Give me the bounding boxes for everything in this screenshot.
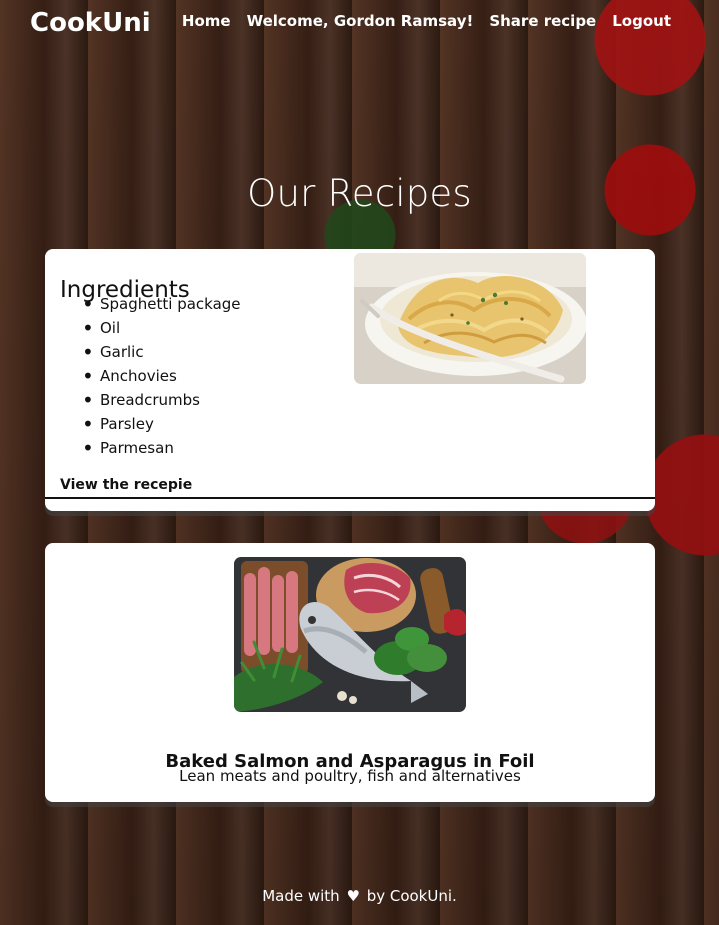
ingredients-list: Spaghetti package Oil Garlic Anchovies B… [82,292,241,460]
page-title: Our Recipes [247,171,472,215]
footer: Made with ♥ by CookUni. [0,887,719,905]
salmon-photo [234,557,466,712]
footer-prefix: Made with [262,887,340,905]
nav-welcome-link[interactable]: Welcome, Gordon Ramsay! [247,12,474,30]
spaghetti-image [354,253,586,384]
footer-suffix: by CookUni. [366,887,457,905]
nav-home-link[interactable]: Home [182,12,231,30]
ingredient-item: Garlic [82,340,241,364]
brand-link[interactable]: CookUni [30,8,151,38]
ingredient-item: Spaghetti package [82,292,240,316]
salmon-image [234,557,466,712]
recipe-preview-card: Baked Salmon and Asparagus in Foil Lean … [45,543,655,802]
card-divider [45,497,655,499]
spaghetti-photo [354,253,586,384]
nav-logout-link[interactable]: Logout [612,12,671,30]
recipe-category: Lean meats and poultry, fish and alterna… [179,767,521,785]
nav-links: Home Welcome, Gordon Ramsay! Share recip… [182,12,671,30]
recipe-card: Ingredients Spaghetti package Oil Garlic… [45,249,655,511]
ingredient-item: Parsley [82,412,241,436]
view-recipe-link[interactable]: View the recepie [60,477,192,493]
ingredient-item: Oil [82,316,241,340]
ingredient-item: Breadcrumbs [82,388,241,412]
ingredient-item: Anchovies [82,364,241,388]
heart-icon: ♥ [346,887,360,905]
top-navigation: CookUni Home Welcome, Gordon Ramsay! Sha… [0,0,719,50]
nav-share-recipe-link[interactable]: Share recipe [489,12,596,30]
ingredient-item: Parmesan [82,436,241,460]
